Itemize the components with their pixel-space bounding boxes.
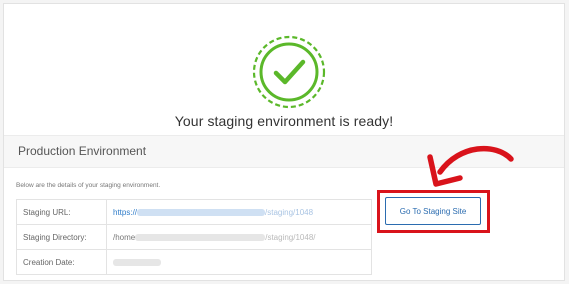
redacted-text	[113, 258, 161, 266]
curved-arrow-icon	[427, 145, 514, 187]
creation-date-label: Creation Date:	[16, 249, 107, 275]
table-row: Staging URL: https:// /staging/1048	[16, 199, 372, 225]
staging-directory-suffix: /staging/1048/	[265, 232, 316, 242]
staging-url-prefix: https://	[113, 207, 138, 217]
intro-text: Below are the details of your staging en…	[16, 182, 161, 189]
table-row: Staging Directory: /home/staging/1048/	[16, 224, 372, 250]
go-to-staging-site-button[interactable]: Go To Staging Site	[385, 197, 481, 225]
staging-directory-label: Staging Directory:	[16, 224, 107, 250]
section-title: Production Environment	[18, 144, 147, 158]
staging-url-label: Staging URL:	[16, 199, 107, 225]
staging-directory-value: /home/staging/1048/	[106, 224, 372, 250]
status-message: Your staging environment is ready!	[174, 113, 394, 129]
staging-url-suffix: /staging/1048	[265, 207, 314, 217]
staging-directory-prefix: /home	[113, 232, 136, 242]
check-circle-icon	[252, 35, 326, 109]
details-table: Staging URL: https:// /staging/1048 Stagi…	[16, 199, 372, 275]
redacted-text	[135, 233, 266, 241]
table-row: Creation Date:	[16, 249, 372, 275]
staging-url-value[interactable]: https:// /staging/1048	[106, 199, 372, 225]
creation-date-value	[106, 249, 372, 275]
redacted-text	[137, 208, 266, 216]
